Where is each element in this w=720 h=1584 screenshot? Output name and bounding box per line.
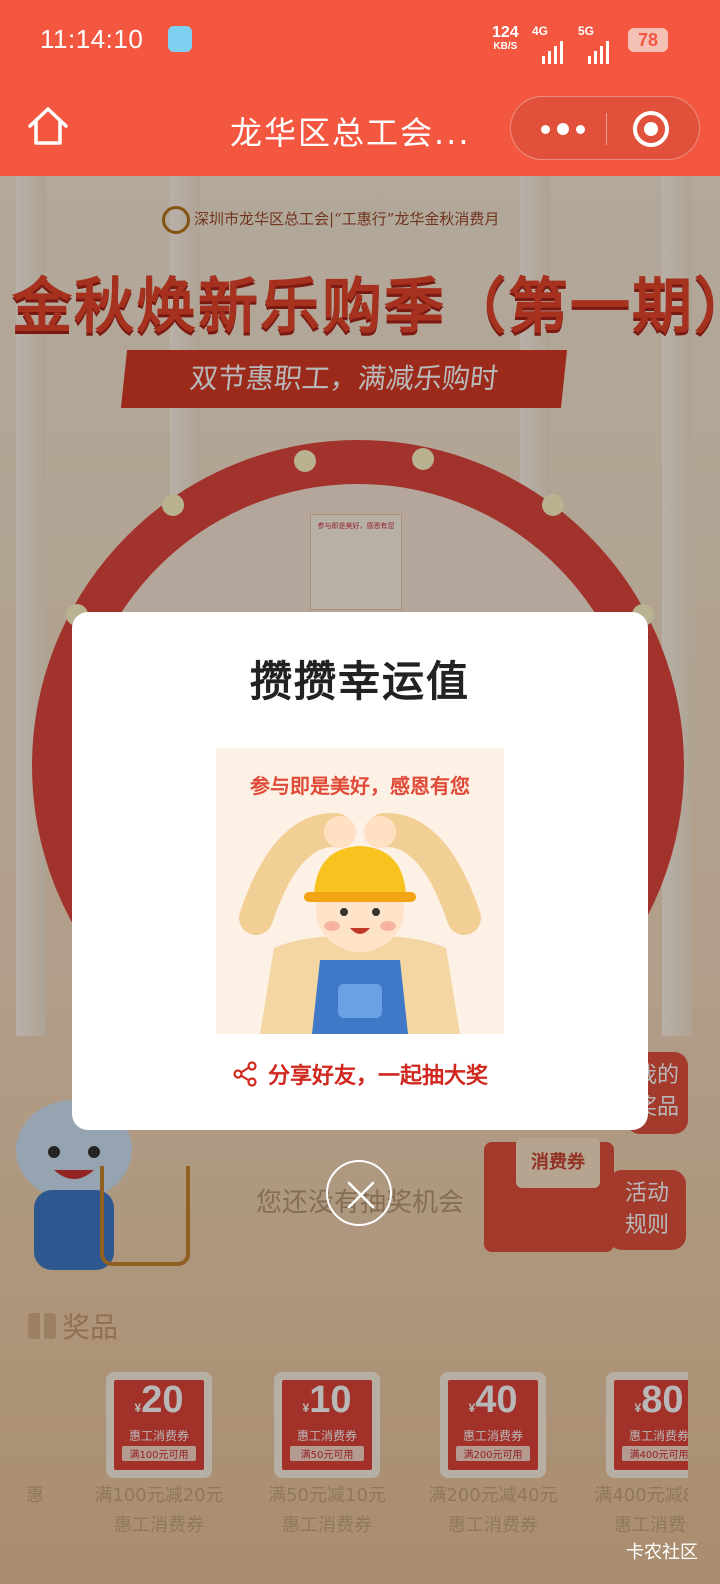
worker-heart-hands-image [239,813,481,1034]
target-close-icon[interactable] [633,111,669,147]
battery-icon: 78 [628,28,668,52]
network-speed: 124 KB/S [492,24,519,54]
capsule-divider [606,113,607,145]
watermark: 卡农社区 [626,1542,698,1563]
more-dots-icon[interactable] [533,97,593,161]
status-time: 11:14:10 [40,24,144,54]
worker-illustration: 参与即是美好，感恩有您 [216,748,504,1034]
sim1-label: 4G [532,24,549,38]
home-icon[interactable] [26,104,70,148]
signal-bars-icon [542,41,563,64]
close-icon[interactable] [326,1160,392,1226]
share-label: 分享好友，一起抽大奖 [267,1064,488,1089]
app-notification-icon [168,26,192,52]
signal-sim1: 4G [532,24,563,64]
share-friends-button[interactable]: 分享好友，一起抽大奖 [72,1058,648,1090]
status-bar: 11:14:10 124 KB/S 4G 5G 78 [0,0,720,80]
lucky-value-dialog: 攒攒幸运值 参与即是美好，感恩有您 分享好友，一起抽大奖 [72,612,648,1130]
capsule-menu [510,96,700,160]
mini-program-nav-bar: 龙华区总工会... [0,80,720,176]
signal-bars-icon [588,41,609,64]
dialog-title: 攒攒幸运值 [249,657,470,706]
network-speed-unit: KB/S [493,41,518,52]
page-title: 龙华区总工会... [230,114,471,152]
network-speed-value: 124 [492,24,519,41]
sim2-label: 5G [578,24,595,38]
signal-sim2: 5G [578,24,609,64]
share-icon [233,1061,257,1087]
